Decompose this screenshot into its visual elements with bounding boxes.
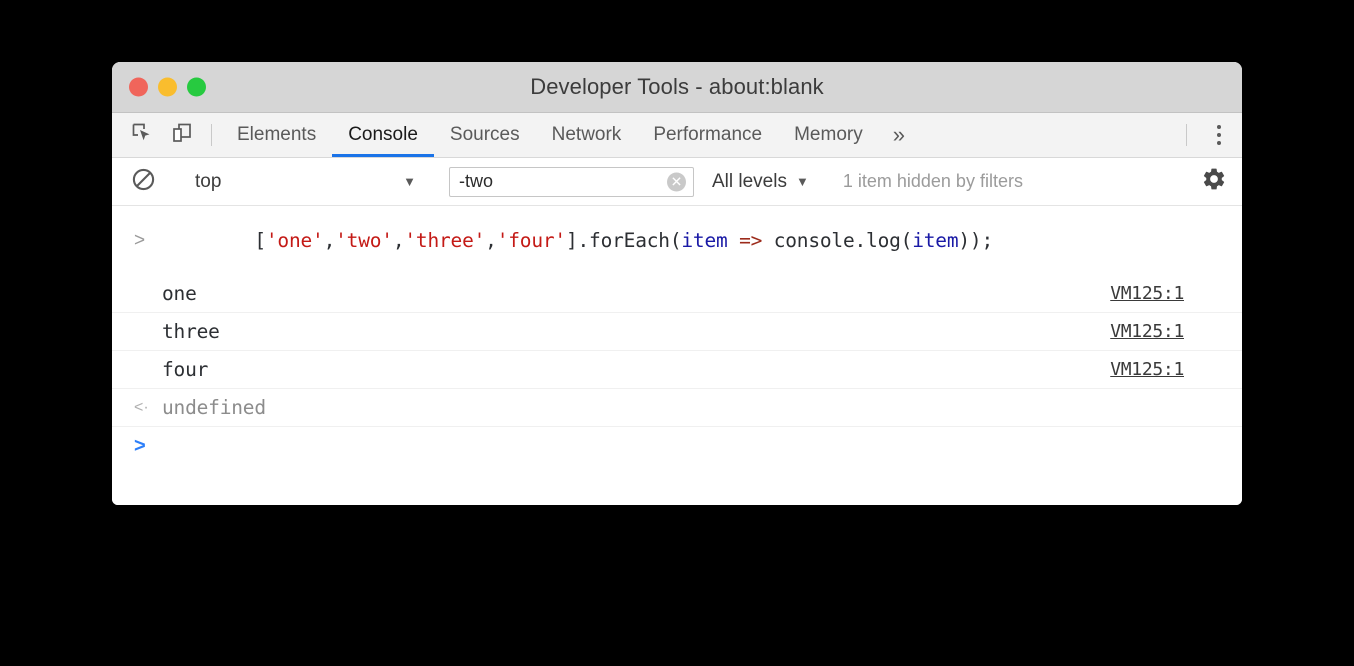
devtools-window: Developer Tools - about:blank E xyxy=(112,62,1242,505)
code-token: )); xyxy=(958,229,993,252)
kebab-dot xyxy=(1217,133,1221,137)
console-command: ['one','two','three','four'].forEach(ite… xyxy=(162,206,1228,275)
main-menu-button[interactable] xyxy=(1196,113,1242,157)
more-tabs-button[interactable]: » xyxy=(879,113,919,157)
prompt-marker: > xyxy=(134,436,162,456)
log-message: four xyxy=(162,358,1110,381)
console-settings-button[interactable] xyxy=(1186,166,1242,197)
console-message-list[interactable]: > ['one','two','three','four'].forEach(i… xyxy=(112,206,1242,505)
inspect-element-icon xyxy=(131,122,153,149)
code-token: , xyxy=(324,229,336,252)
tabbar-divider xyxy=(211,124,212,146)
tab-elements[interactable]: Elements xyxy=(221,113,332,157)
code-token xyxy=(728,229,740,252)
console-toolbar: top ▼ ✕ All levels ▼ 1 item hidden by fi… xyxy=(112,158,1242,206)
tab-label: Elements xyxy=(237,124,316,146)
code-token: item xyxy=(681,229,727,252)
tab-sources[interactable]: Sources xyxy=(434,113,536,157)
tab-network[interactable]: Network xyxy=(536,113,638,157)
kebab-dot xyxy=(1217,125,1221,129)
code-token: 'four' xyxy=(497,229,566,252)
log-source-link[interactable]: VM125:1 xyxy=(1110,321,1184,342)
log-message: three xyxy=(162,320,1110,343)
filter-input[interactable] xyxy=(449,167,694,197)
console-input-row: > ['one','two','three','four'].forEach(i… xyxy=(112,206,1242,275)
code-token: [ xyxy=(254,229,266,252)
clear-console-button[interactable] xyxy=(124,167,162,197)
output-marker: <· xyxy=(134,400,162,416)
inspect-element-button[interactable] xyxy=(122,113,162,157)
code-token: => xyxy=(739,229,762,252)
clear-console-icon xyxy=(131,167,156,197)
tab-console[interactable]: Console xyxy=(332,113,434,157)
tab-label: Performance xyxy=(653,124,762,146)
console-result-row: <· undefined xyxy=(112,389,1242,427)
execution-context-selector[interactable]: top ▼ xyxy=(181,171,428,193)
gear-icon xyxy=(1201,166,1227,197)
window-title: Developer Tools - about:blank xyxy=(112,74,1242,100)
code-token: item xyxy=(912,229,958,252)
filter-input-wrapper: ✕ xyxy=(449,167,694,197)
console-result-value: undefined xyxy=(162,396,1228,419)
device-toolbar-icon xyxy=(171,122,193,149)
window-titlebar: Developer Tools - about:blank xyxy=(112,62,1242,113)
tab-label: Console xyxy=(348,124,418,146)
code-token: , xyxy=(393,229,405,252)
tab-label: Network xyxy=(552,124,622,146)
log-message: one xyxy=(162,282,1110,305)
kebab-dot xyxy=(1217,141,1221,145)
clear-input-icon[interactable]: ✕ xyxy=(667,172,686,191)
console-log-row: four VM125:1 xyxy=(112,351,1242,389)
code-token: ].forEach( xyxy=(566,229,681,252)
device-toolbar-button[interactable] xyxy=(162,113,202,157)
log-source-link[interactable]: VM125:1 xyxy=(1110,283,1184,304)
chevron-down-icon: ▼ xyxy=(403,175,416,188)
devtools-tabbar: Elements Console Sources Network Perform… xyxy=(112,113,1242,158)
log-level-value: All levels xyxy=(712,171,787,193)
console-log-row: three VM125:1 xyxy=(112,313,1242,351)
tab-memory[interactable]: Memory xyxy=(778,113,879,157)
chevron-down-icon: ▼ xyxy=(796,175,809,188)
code-token: 'two' xyxy=(335,229,393,252)
code-token: console.log( xyxy=(762,229,912,252)
input-marker: > xyxy=(134,231,162,250)
tab-list: Elements Console Sources Network Perform… xyxy=(221,113,879,157)
tab-performance[interactable]: Performance xyxy=(637,113,778,157)
tab-label: Sources xyxy=(450,124,520,146)
console-prompt-row[interactable]: > xyxy=(112,427,1242,465)
code-token: 'three' xyxy=(404,229,485,252)
tabbar-spacer xyxy=(919,113,1177,157)
code-token: 'one' xyxy=(266,229,324,252)
execution-context-value: top xyxy=(195,171,221,193)
hidden-items-message: 1 item hidden by filters xyxy=(843,171,1023,192)
tab-label: Memory xyxy=(794,124,863,146)
console-log-row: one VM125:1 xyxy=(112,275,1242,313)
log-source-link[interactable]: VM125:1 xyxy=(1110,359,1184,380)
log-level-selector[interactable]: All levels ▼ xyxy=(712,171,809,193)
tabbar-divider-right xyxy=(1186,124,1187,146)
code-token: , xyxy=(485,229,497,252)
